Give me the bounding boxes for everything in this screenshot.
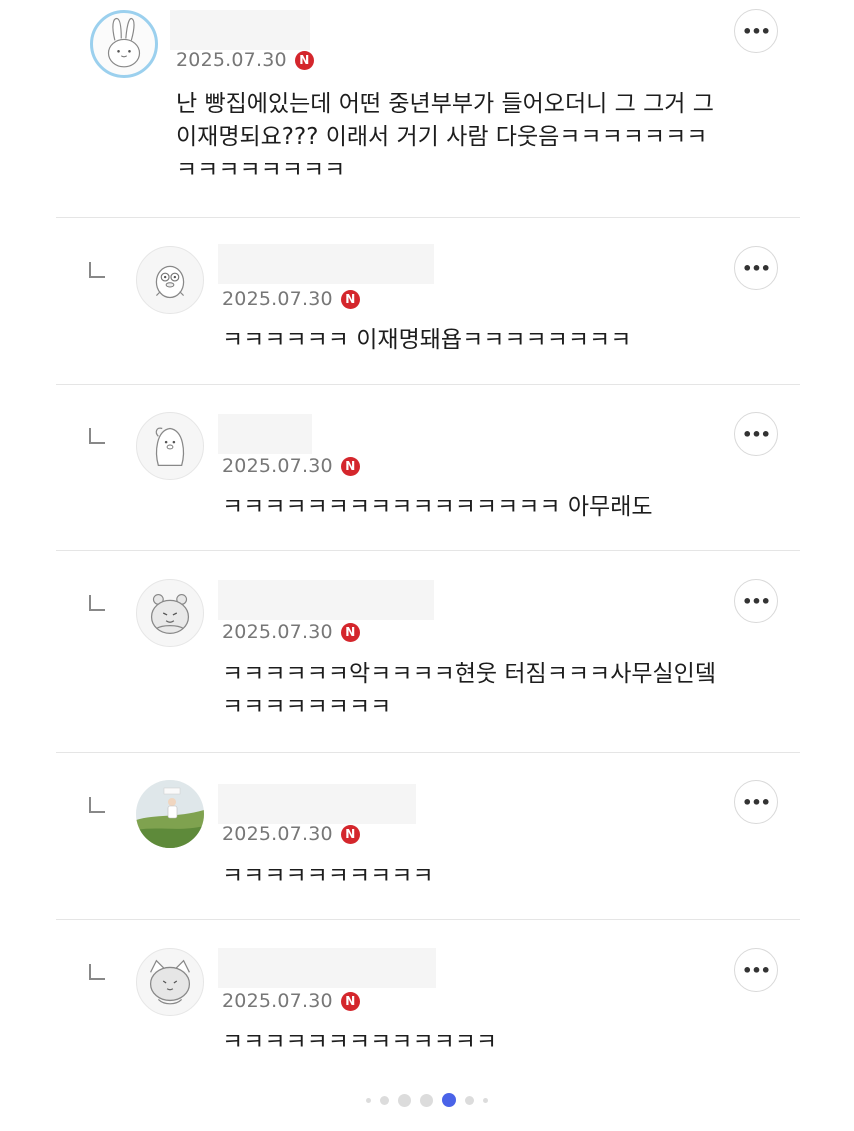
more-options-icon[interactable]: ••• [734, 948, 778, 992]
comment-date: 2025.07.30 [222, 288, 333, 310]
reply-arrow-icon [89, 964, 105, 980]
username-redacted [218, 244, 434, 284]
more-options-icon[interactable]: ••• [734, 412, 778, 456]
comment-meta: 2025.07.30 N [222, 621, 360, 643]
more-options-icon[interactable]: ••• [734, 246, 778, 290]
page-dot[interactable] [420, 1093, 433, 1107]
page-dot[interactable] [465, 1095, 474, 1105]
comment-text: ㅋㅋㅋㅋㅋㅋㅋㅋㅋㅋㅋㅋㅋ [222, 1029, 498, 1055]
avatar[interactable] [136, 412, 204, 480]
photo-avatar[interactable] [136, 780, 204, 848]
new-badge-icon: N [340, 289, 360, 309]
comment-date: 2025.07.30 [176, 49, 287, 71]
avatar[interactable] [90, 10, 158, 78]
page-dot[interactable] [380, 1095, 389, 1105]
page-dot[interactable] [366, 1097, 371, 1103]
new-badge-icon: N [340, 824, 360, 844]
divider [56, 919, 800, 920]
comment-text: ㅋㅋㅋㅋㅋㅋ 이재명돼욥ㅋㅋㅋㅋㅋㅋㅋㅋ [222, 327, 632, 353]
new-badge-icon: N [340, 991, 360, 1011]
comment-date: 2025.07.30 [222, 621, 333, 643]
pagination-dots [0, 1092, 854, 1108]
avatar[interactable] [136, 579, 204, 647]
page-dot[interactable] [398, 1093, 411, 1107]
penguin-avatar-icon [155, 427, 185, 467]
username-redacted [218, 580, 434, 620]
hamster-avatar-icon [150, 593, 190, 635]
new-badge-icon: N [340, 622, 360, 642]
comment-date: 2025.07.30 [222, 823, 333, 845]
avatar[interactable] [136, 948, 204, 1016]
comment-text: ㅋㅋㅋㅋㅋㅋㅋㅋㅋㅋ [222, 863, 434, 889]
reply-arrow-icon [89, 428, 105, 444]
more-options-icon[interactable]: ••• [734, 579, 778, 623]
chick-avatar-icon [155, 265, 185, 299]
more-options-icon[interactable]: ••• [734, 9, 778, 53]
comment-meta: 2025.07.30 N [222, 990, 360, 1012]
page-dot[interactable] [483, 1097, 488, 1103]
comment-date: 2025.07.30 [222, 455, 333, 477]
photo-avatar-image [136, 780, 204, 848]
comment-date: 2025.07.30 [222, 990, 333, 1012]
comment-text: 난 빵집에있는데 어떤 중년부부가 들어오더니 그 그거 그 이재명되요??? … [176, 91, 714, 183]
username-redacted [170, 10, 310, 50]
divider [56, 550, 800, 551]
new-badge-icon: N [294, 50, 314, 70]
username-redacted [218, 784, 416, 824]
new-badge-icon: N [340, 456, 360, 476]
username-redacted [218, 948, 436, 988]
divider [56, 384, 800, 385]
comment-text: ㅋㅋㅋㅋㅋㅋㅋㅋㅋㅋㅋㅋㅋㅋㅋㅋ 아무래도 [222, 494, 653, 520]
comment-meta: 2025.07.30 N [222, 455, 360, 477]
reply-arrow-icon [89, 797, 105, 813]
divider [56, 752, 800, 753]
username-redacted [218, 414, 312, 454]
more-options-icon[interactable]: ••• [734, 780, 778, 824]
cat-avatar-icon [149, 959, 191, 1005]
comment-meta: 2025.07.30 N [222, 823, 360, 845]
avatar[interactable] [136, 246, 204, 314]
comment-meta: 2025.07.30 N [176, 49, 314, 71]
divider [56, 217, 800, 218]
comment-text: ㅋㅋㅋㅋㅋㅋ악ㅋㅋㅋㅋ현웃 터짐ㅋㅋㅋ사무실인뎈 ㅋㅋㅋㅋㅋㅋㅋㅋ [222, 661, 716, 720]
bunny-avatar-icon [107, 17, 141, 68]
page-dot-active[interactable] [442, 1093, 456, 1107]
comment-meta: 2025.07.30 N [222, 288, 360, 310]
reply-arrow-icon [89, 595, 105, 611]
reply-arrow-icon [89, 262, 105, 278]
